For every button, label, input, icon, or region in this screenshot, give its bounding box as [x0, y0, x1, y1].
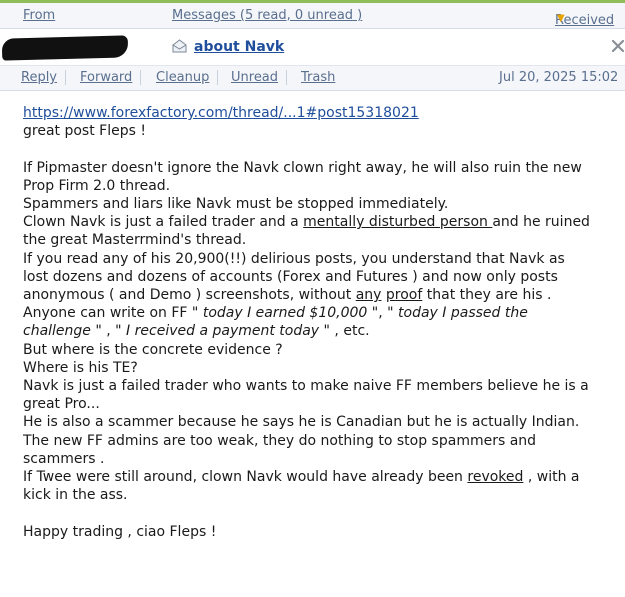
delete-icon[interactable]	[611, 39, 625, 53]
underlined-text: mentally disturbed person	[303, 214, 493, 231]
envelope-open-icon	[172, 39, 187, 53]
sort-arrow-icon: ▼	[557, 13, 565, 24]
body-line: Anyone can write on FF " today I earned …	[23, 305, 528, 322]
thread-link[interactable]: https://www.forexfactory.com/thread/...1…	[23, 105, 419, 121]
body-line: great Pro...	[23, 396, 100, 413]
body-line: If Pipmaster doesn't ignore the Navk clo…	[23, 159, 582, 176]
forward-link[interactable]: Forward	[80, 70, 142, 85]
reply-link[interactable]: Reply	[21, 70, 67, 85]
body-line: If you read any of his 20,900(!!) deliri…	[23, 250, 565, 267]
body-line: the great Masterrmind's thread.	[23, 232, 247, 249]
body-line: Navk is just a failed trader who wants t…	[23, 378, 589, 395]
body-line: kick in the ass.	[23, 487, 128, 504]
body-line: scammers .	[23, 450, 105, 467]
messages-column-header[interactable]: Messages (5 read, 0 unread )	[172, 8, 362, 23]
body-line: If Twee were still around, clown Navk wo…	[23, 469, 580, 486]
message-body: https://www.forexfactory.com/thread/...1…	[23, 104, 623, 541]
unread-link[interactable]: Unread	[231, 70, 288, 85]
body-line: Clown Navk is just a failed trader and a…	[23, 214, 590, 231]
body-line: great post Fleps !	[23, 123, 146, 140]
message-subject[interactable]: about Navk	[194, 39, 284, 55]
body-line: The new FF admins are too weak, they do …	[23, 432, 537, 449]
body-line: Happy trading , ciao Fleps !	[23, 523, 217, 540]
from-column-header[interactable]: From	[23, 8, 55, 23]
trash-link[interactable]: Trash	[301, 70, 343, 85]
body-line: Where is his TE?	[23, 359, 138, 376]
body-line: anonymous ( and Demo ) screenshots, with…	[23, 287, 552, 304]
redacted-sender	[1, 35, 129, 61]
body-line: challenge " , " I received a payment tod…	[23, 323, 370, 340]
body-line: Prop Firm 2.0 thread.	[23, 177, 171, 194]
message-row[interactable]: about Navk	[0, 29, 625, 66]
cleanup-link[interactable]: Cleanup	[156, 70, 219, 85]
underlined-text: revoked	[467, 469, 524, 486]
underlined-text: proof	[385, 287, 423, 304]
underlined-text: any	[355, 287, 382, 304]
body-line: But where is the concrete evidence ?	[23, 341, 283, 358]
message-date: Jul 20, 2025 15:02	[499, 70, 619, 85]
message-actions-bar: Reply Forward Cleanup Unread Trash Jul 2…	[0, 66, 625, 91]
body-line: He is also a scammer because he says he …	[23, 414, 580, 431]
body-line: lost dozens and dozens of accounts (Fore…	[23, 268, 558, 285]
body-line: Spammers and liars like Navk must be sto…	[23, 196, 449, 212]
column-header: From Messages (5 read, 0 unread ) Receiv…	[0, 3, 625, 29]
